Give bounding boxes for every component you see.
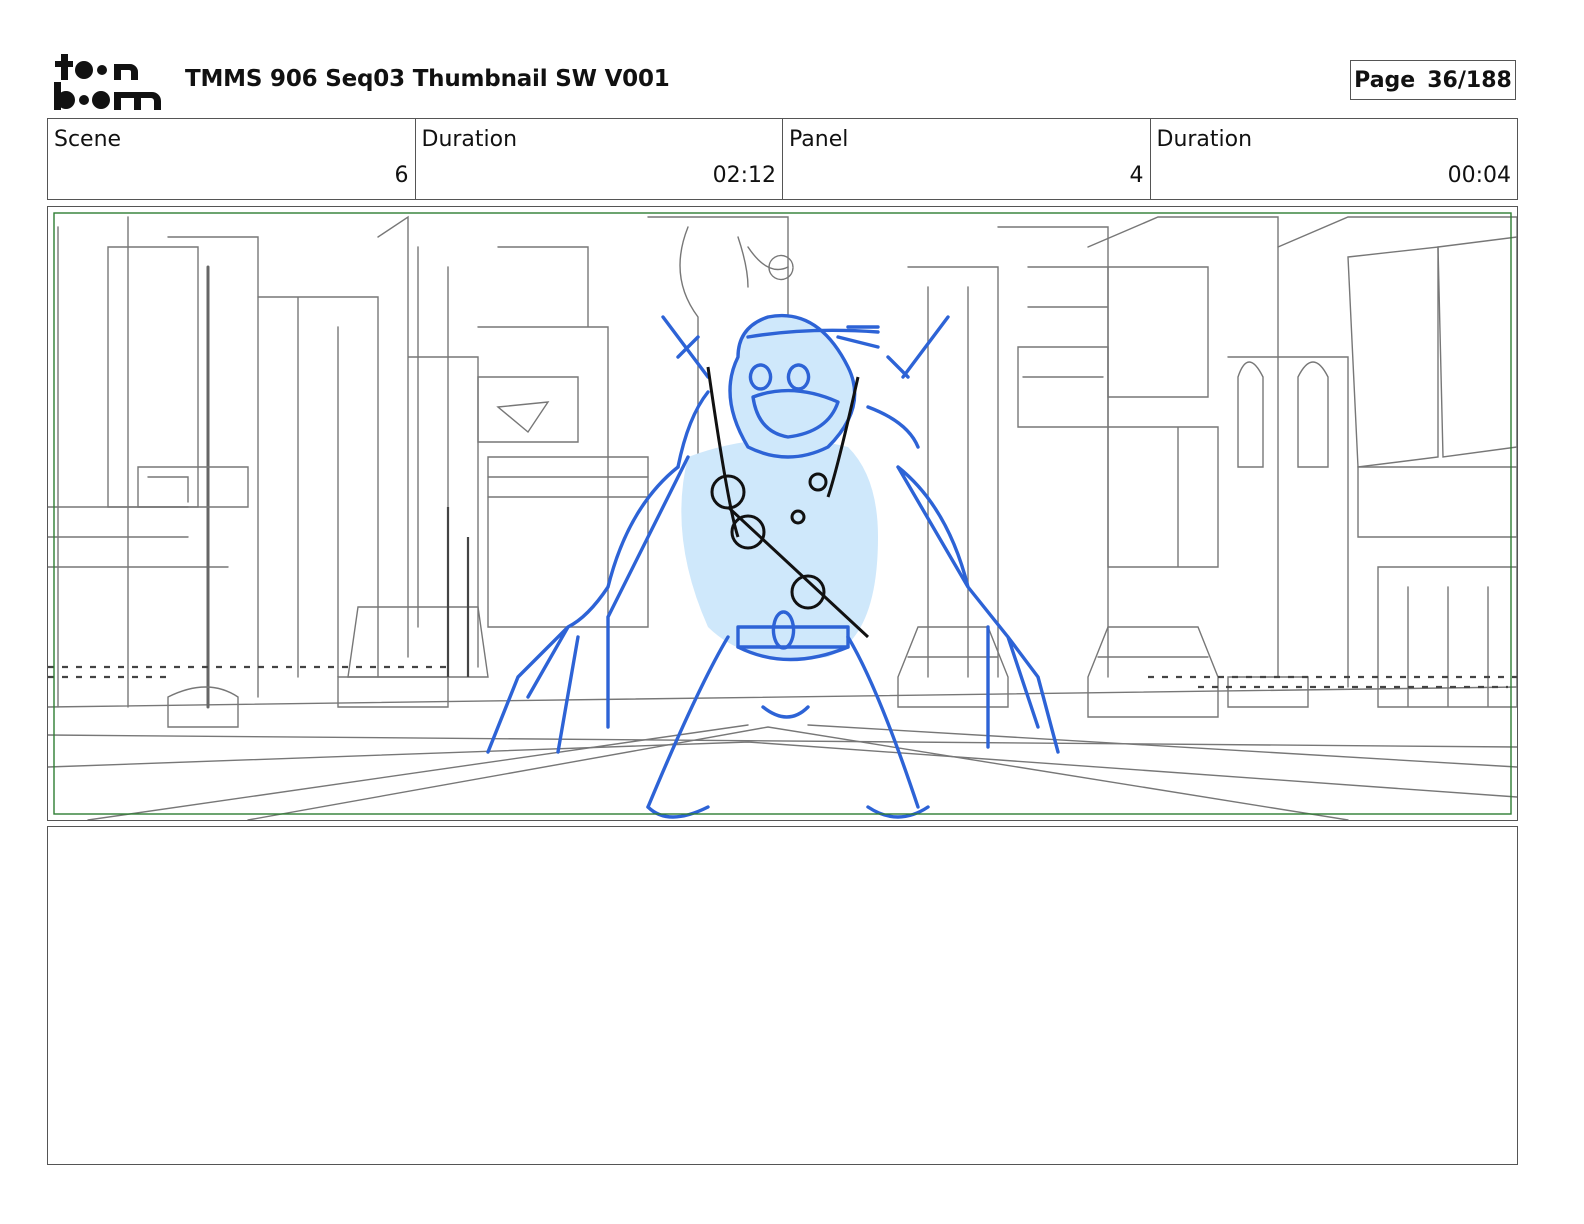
toon-boom-logo-icon [54, 54, 161, 110]
panel-duration-value: 00:04 [1447, 163, 1511, 188]
scene-label: Scene [54, 127, 122, 152]
scene-duration-value: 02:12 [712, 163, 776, 188]
storyboard-panel-image [47, 206, 1518, 821]
storyboard-sketch-icon [48, 212, 1517, 820]
scene-duration-cell: Duration 02:12 [416, 119, 783, 199]
document-title: TMMS 906 Seq03 Thumbnail SW V001 [185, 66, 670, 92]
panel-cell: Panel 4 [783, 119, 1151, 199]
scene-cell: Scene 6 [48, 119, 416, 199]
panel-label: Panel [789, 127, 849, 152]
panel-duration-cell: Duration 00:04 [1151, 119, 1518, 199]
scene-info-table: Scene 6 Duration 02:12 Panel 4 Duration … [47, 118, 1518, 200]
panel-duration-label: Duration [1156, 127, 1253, 152]
scene-value: 6 [394, 163, 409, 188]
page-indicator: Page 36/188 [1350, 60, 1516, 100]
page-label: Page [1354, 67, 1416, 93]
panel-value: 4 [1129, 163, 1144, 188]
scene-duration-label: Duration [421, 127, 518, 152]
notes-panel [47, 826, 1518, 1165]
page-number: 36/188 [1427, 67, 1512, 93]
